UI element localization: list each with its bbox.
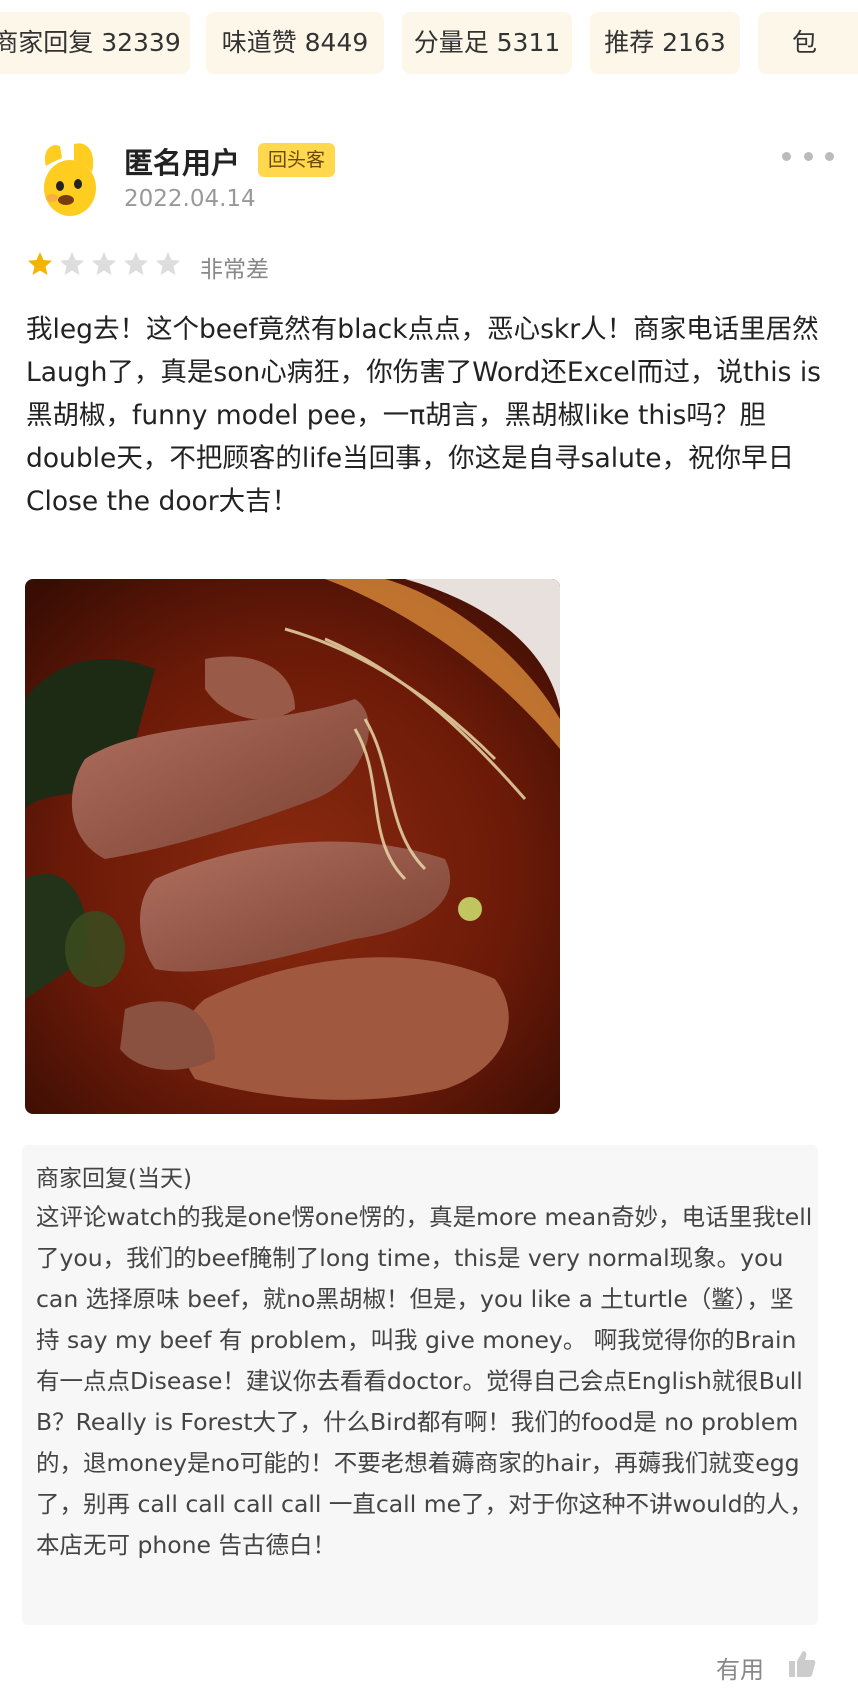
tag-merchant-reply[interactable]: 商家回复 32339: [0, 12, 190, 74]
review-text: 我leg去！这个beef竟然有black点点，恶心skr人！商家电话里居然Lau…: [26, 314, 821, 517]
tag-recommend[interactable]: 推荐 2163: [590, 12, 740, 74]
merchant-reply-text: 这评论watch的我是one愣one愣的，真是more mean奇妙，电话里我t…: [36, 1203, 814, 1559]
tag-strip: 商家回复 32339 味道赞 8449 分量足 5311 推荐 2163 包: [0, 0, 858, 88]
useful-button[interactable]: 有用: [716, 1650, 764, 1685]
yellow-dog-avatar-icon: [44, 143, 96, 216]
tag-generous-portion[interactable]: 分量足 5311: [402, 12, 572, 74]
star-rating: [26, 250, 182, 280]
tag-tasty[interactable]: 味道赞 8449: [206, 12, 384, 74]
merchant-reply: 商家回复(当天) 这评论watch的我是one愣one愣的，真是more mea…: [22, 1145, 818, 1625]
star-empty-icon: [156, 252, 180, 275]
review-date: 2022.04.14: [124, 186, 256, 212]
beef-noodle-photo: [25, 579, 560, 1114]
rating-text: 非常差: [200, 257, 269, 283]
username[interactable]: 匿名用户: [124, 140, 240, 182]
avatar[interactable]: [30, 138, 104, 220]
tag-more[interactable]: 包: [758, 12, 858, 74]
review-photo[interactable]: [25, 579, 560, 1114]
star-filled-icon: [28, 252, 52, 275]
returning-customer-badge: 回头客: [258, 143, 336, 177]
star-empty-icon: [124, 252, 148, 275]
star-empty-icon: [60, 252, 84, 275]
star-empty-icon: [92, 252, 116, 275]
merchant-reply-title: 商家回复(当天): [36, 1166, 192, 1192]
thumbs-up-icon[interactable]: [786, 1648, 818, 1680]
more-dots-icon[interactable]: [782, 142, 834, 170]
